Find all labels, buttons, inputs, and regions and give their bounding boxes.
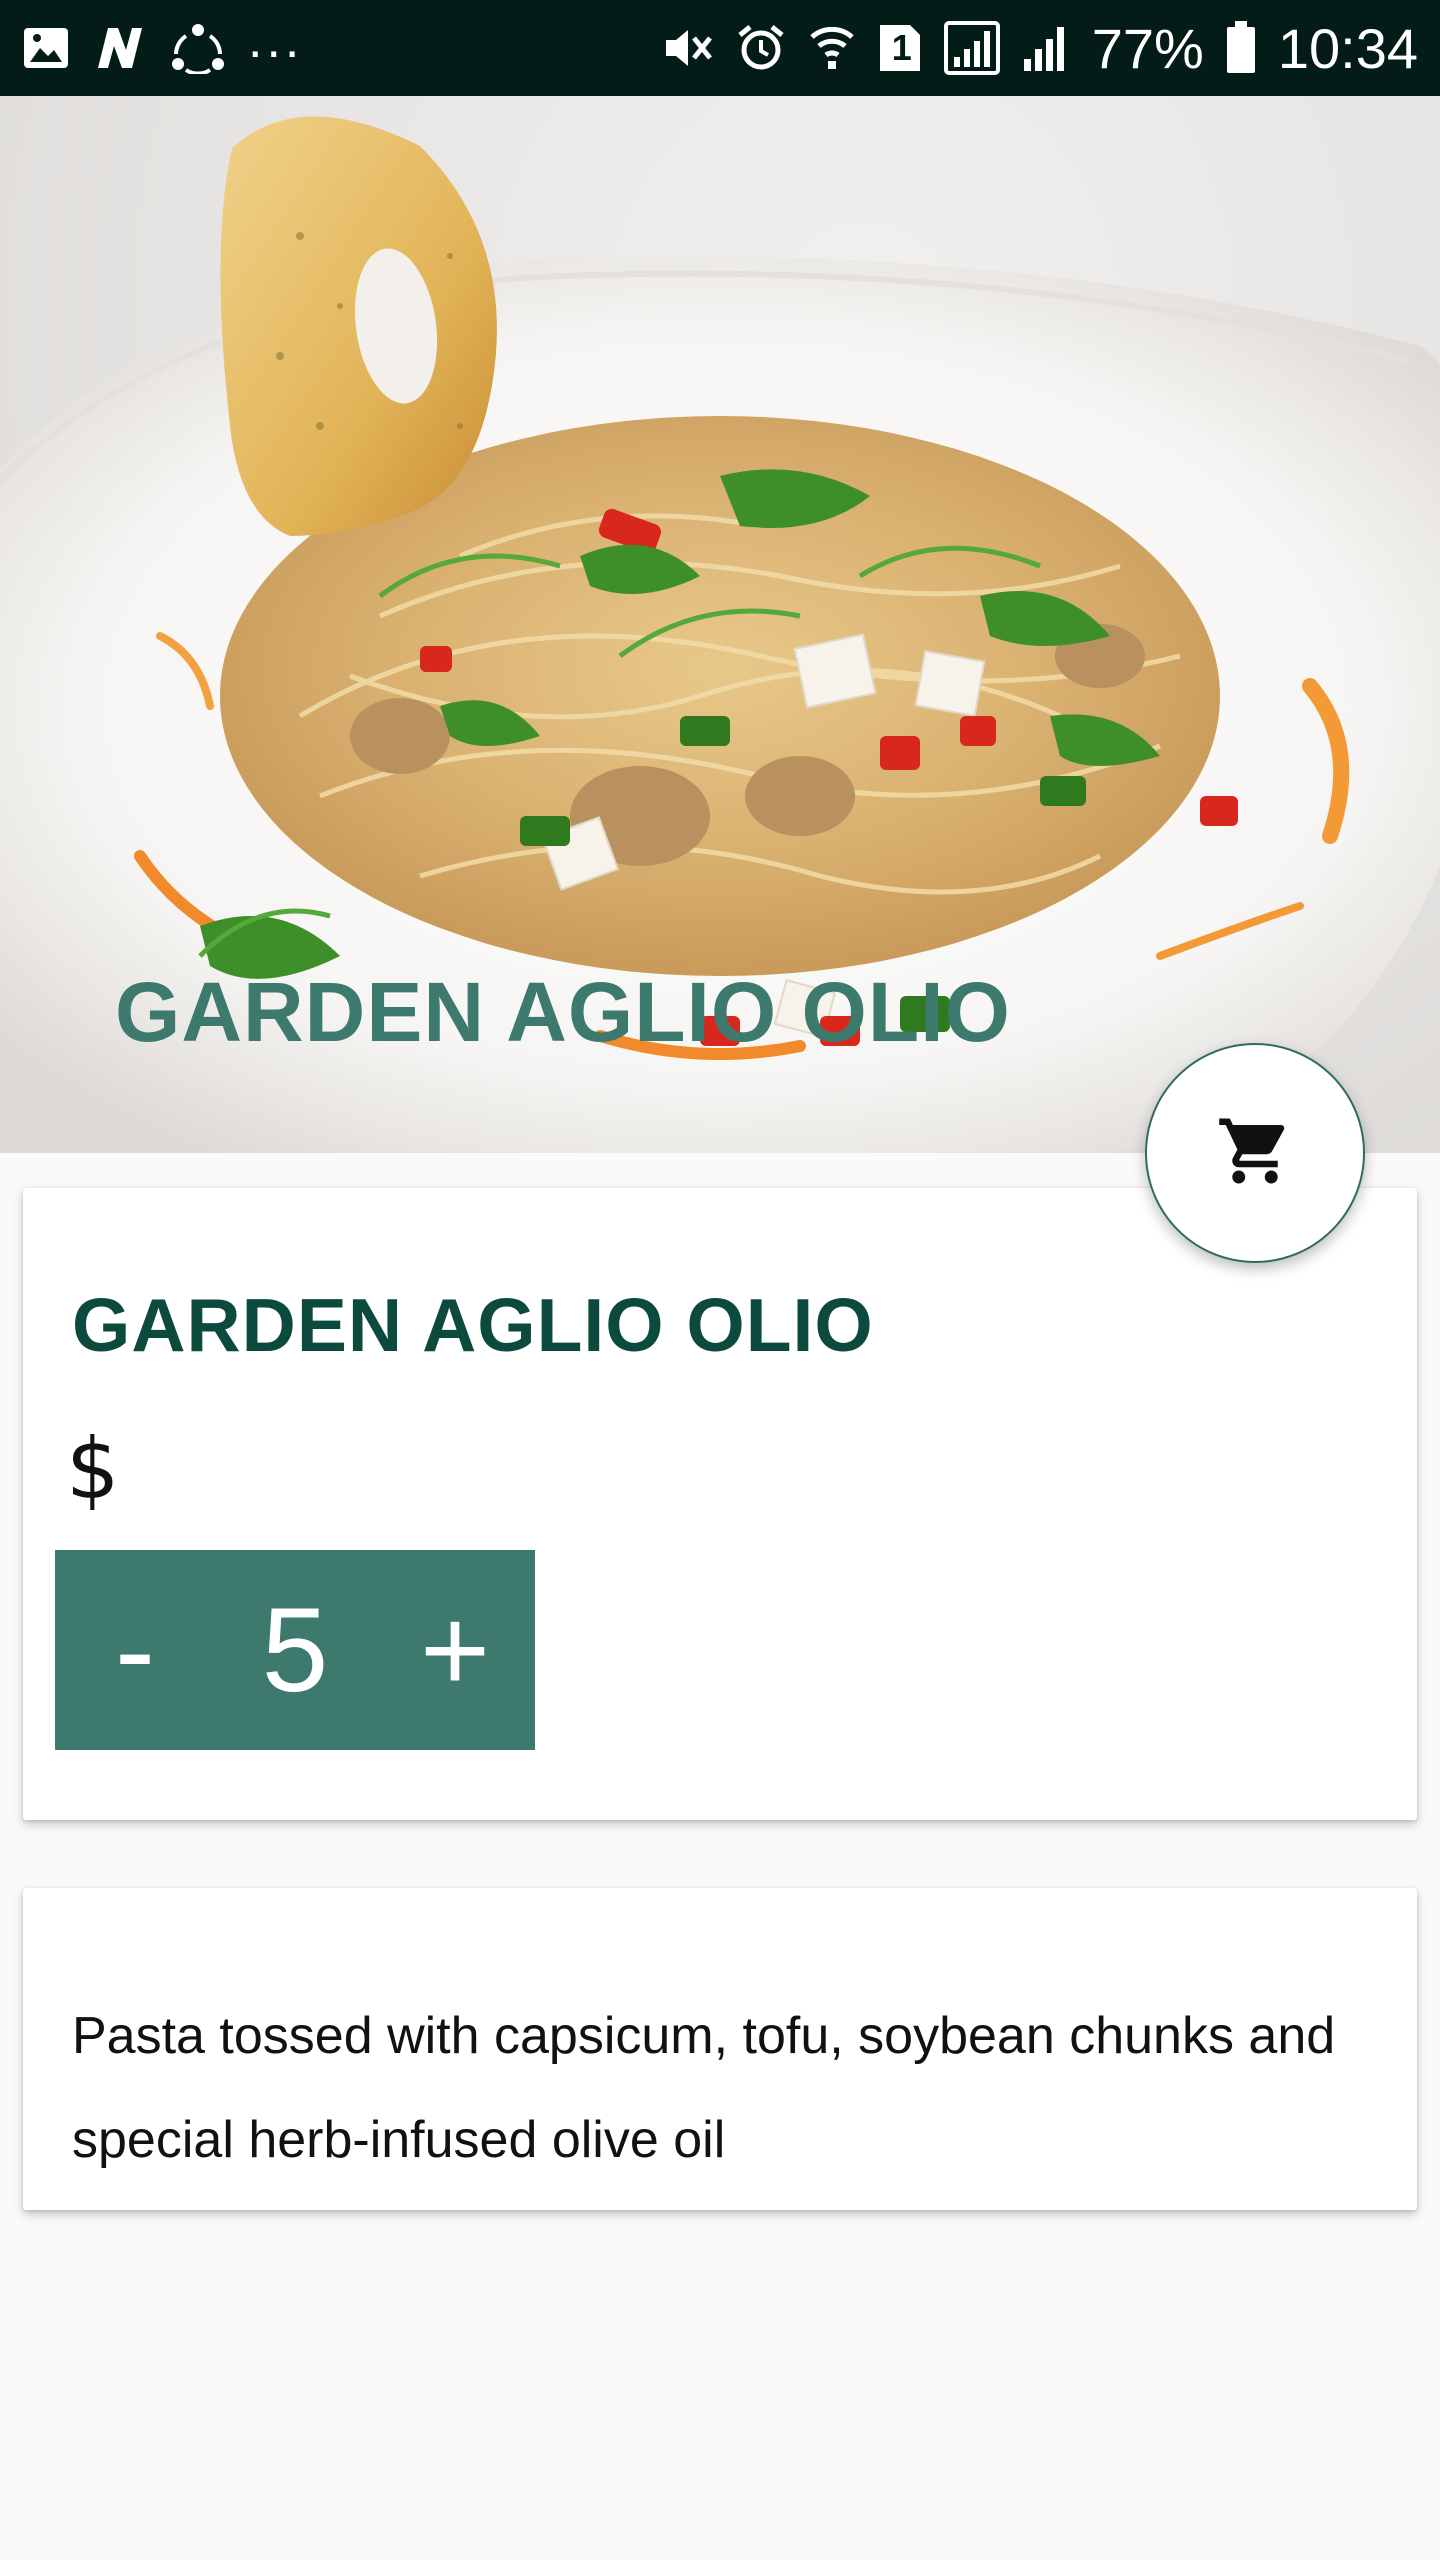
- status-bar-right: 1 77% 10:34: [662, 16, 1418, 81]
- product-name: GARDEN AGLIO OLIO: [72, 1283, 874, 1367]
- status-bar-left: ...: [22, 11, 303, 74]
- battery-percent: 77%: [1091, 16, 1204, 80]
- sim-badge: 1: [891, 27, 912, 68]
- clock: 10:34: [1277, 16, 1418, 80]
- product-card: GARDEN AGLIO OLIO $ - 5 +: [23, 1188, 1417, 1820]
- signal-icon: [1022, 23, 1070, 73]
- quantity-stepper: - 5 +: [55, 1550, 535, 1750]
- share-sync-icon: [170, 22, 226, 74]
- hero-image: GARDEN AGLIO OLIO: [0, 96, 1440, 1153]
- alarm-icon: [736, 23, 786, 73]
- quantity-value: 5: [261, 1583, 329, 1717]
- product-description: Pasta tossed with capsicum, tofu, soybea…: [72, 2007, 1336, 2169]
- cart-icon: [1216, 1112, 1294, 1195]
- gallery-icon: [22, 26, 70, 70]
- battery-icon: [1226, 21, 1256, 75]
- cart-button[interactable]: [1145, 1043, 1365, 1263]
- increment-button[interactable]: +: [375, 1550, 535, 1750]
- mute-icon: [662, 24, 714, 72]
- more-notifications-indicator: ...: [248, 11, 304, 69]
- status-bar: ... 1 77% 10:34: [0, 0, 1440, 96]
- decrement-button[interactable]: -: [55, 1550, 215, 1750]
- n-app-icon: [92, 24, 148, 72]
- hero-title: GARDEN AGLIO OLIO: [115, 965, 1011, 1059]
- sim1-icon: 1: [878, 23, 922, 73]
- signal-box-icon: [943, 21, 1000, 75]
- description-card: Pasta tossed with capsicum, tofu, soybea…: [23, 1888, 1417, 2210]
- product-price: $: [66, 1420, 120, 1518]
- wifi-icon: [808, 23, 856, 73]
